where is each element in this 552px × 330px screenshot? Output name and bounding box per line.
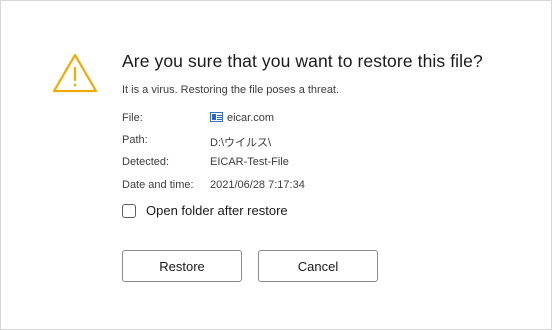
detail-value: 2021/06/28 7:17:34: [210, 179, 305, 191]
detail-label: File:: [122, 112, 143, 124]
detail-label: Date and time:: [122, 179, 194, 191]
detail-label: Detected:: [122, 156, 170, 168]
detail-label: Path:: [122, 134, 148, 146]
restore-button[interactable]: Restore: [122, 250, 242, 282]
warning-triangle-icon: [52, 53, 98, 93]
detail-value: eicar.com: [210, 112, 274, 124]
dialog-title: Are you sure that you want to restore th…: [122, 51, 483, 71]
detail-value: D:\ウイルス\: [210, 137, 272, 149]
detail-value: EICAR-Test-File: [210, 156, 289, 168]
restore-confirm-dialog: Are you sure that you want to restore th…: [0, 0, 552, 330]
cancel-button[interactable]: Cancel: [258, 250, 378, 282]
dialog-subtitle: It is a virus. Restoring the file poses …: [122, 84, 340, 96]
file-name: eicar.com: [227, 112, 275, 124]
open-folder-checkbox[interactable]: [122, 203, 136, 218]
file-icon: [210, 112, 223, 122]
open-folder-checkbox-row[interactable]: Open folder after restore: [122, 203, 288, 218]
open-folder-checkbox-label: Open folder after restore: [146, 203, 288, 218]
